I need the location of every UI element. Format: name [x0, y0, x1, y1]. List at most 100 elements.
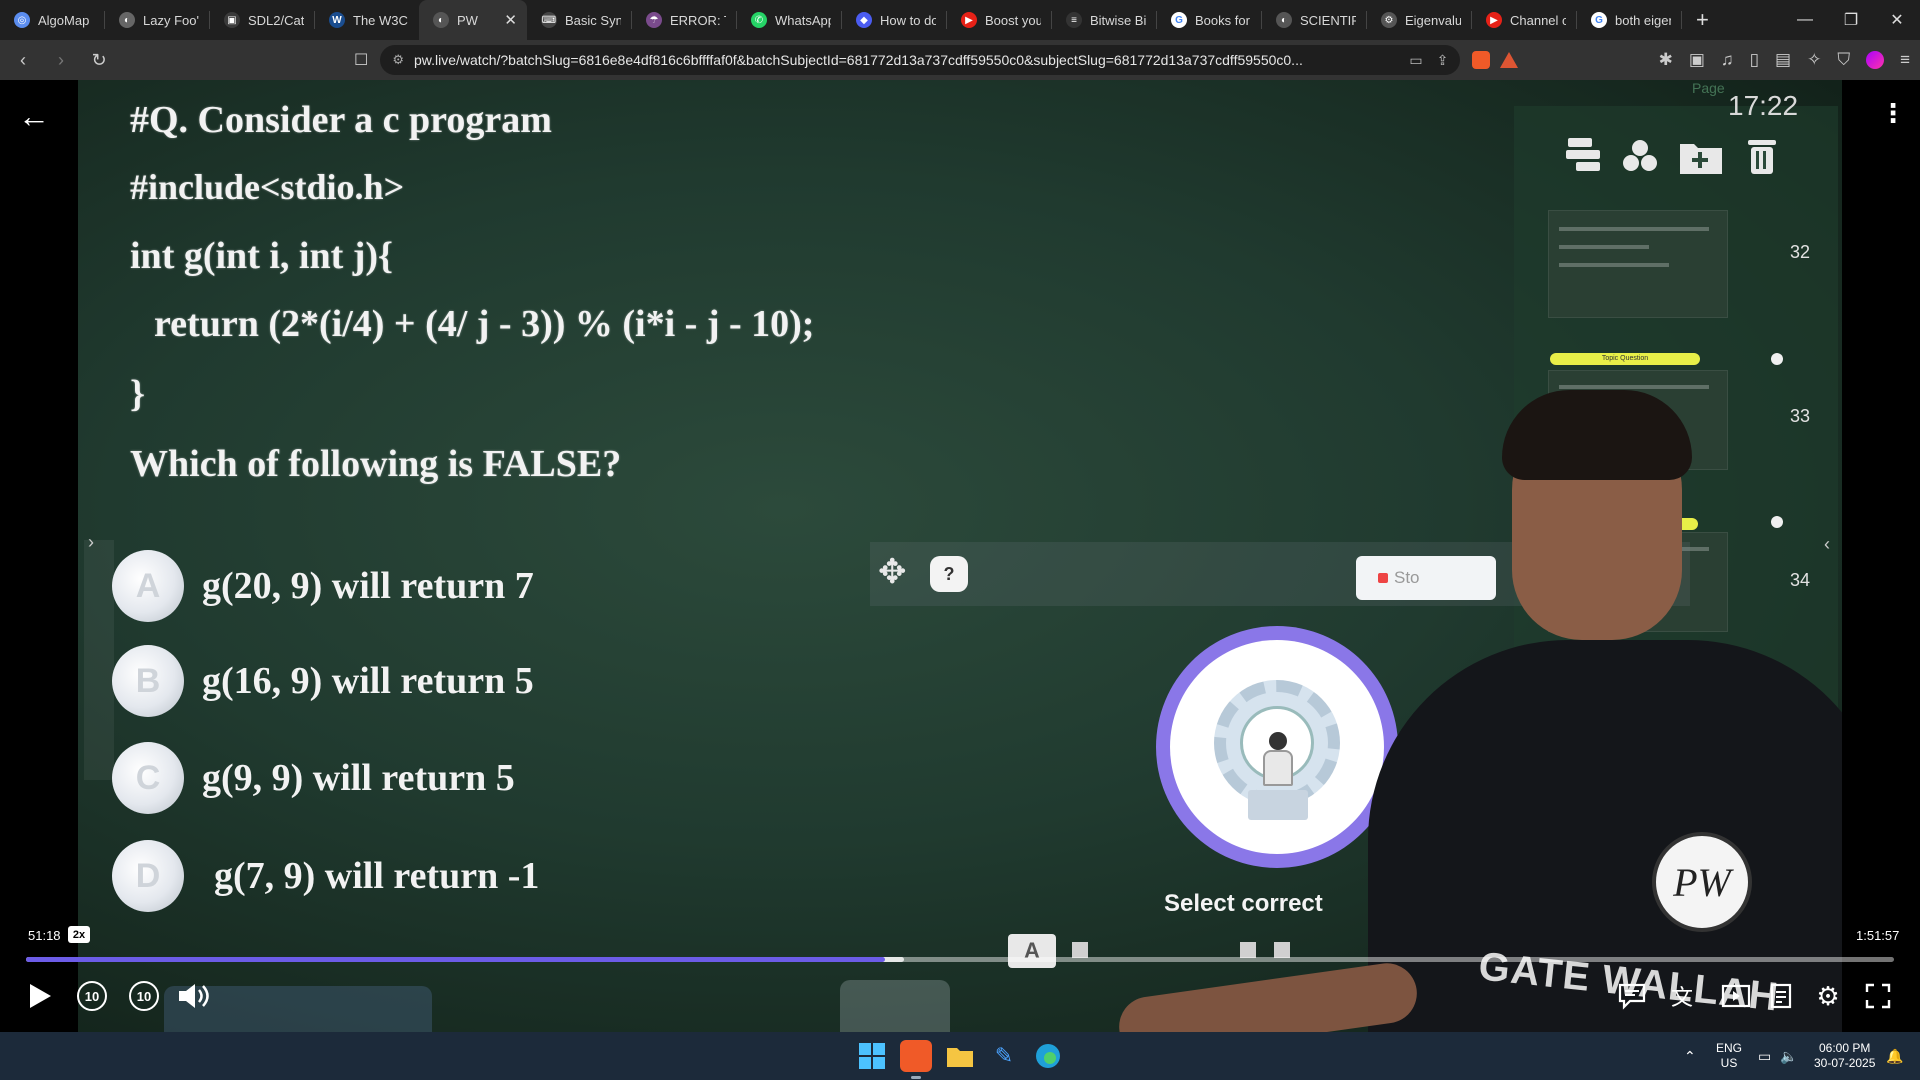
cast-icon[interactable]: ▭ — [1409, 52, 1422, 69]
tool-square[interactable] — [1240, 942, 1256, 958]
tool-square[interactable] — [1274, 942, 1290, 958]
browser-tab[interactable]: ⌨ Basic Synta — [527, 0, 631, 40]
slide-thumbnail[interactable] — [1548, 210, 1728, 318]
wallet-icon[interactable]: ▤ — [1775, 50, 1791, 70]
bookmark-icon[interactable]: ☐ — [354, 50, 368, 70]
back-icon[interactable]: ‹ — [8, 45, 38, 75]
translate-icon[interactable]: 文 — [1662, 976, 1702, 1016]
sidebar-icon[interactable]: ▯ — [1750, 50, 1759, 70]
browser-tab[interactable]: ◆ How to do — [842, 0, 946, 40]
progress-bar[interactable] — [26, 957, 1894, 962]
code-close-brace: } — [130, 373, 145, 415]
trash-icon[interactable] — [1742, 136, 1782, 176]
option-bubble[interactable]: C — [112, 742, 184, 814]
chat-icon[interactable] — [1612, 976, 1652, 1016]
browser-tab[interactable]: ◐ PW ✕ — [419, 0, 527, 40]
extensions-icon[interactable]: ✱ — [1659, 50, 1673, 70]
browser-tab[interactable]: ◐ SCIENTIFIC — [1262, 0, 1366, 40]
left-panel-chevron-icon[interactable]: › — [88, 532, 94, 553]
tray-chevron-icon[interactable]: ⌃ — [1684, 1032, 1696, 1080]
move-icon[interactable]: ✥ — [878, 552, 907, 592]
tab-favicon-icon: ≡ — [1066, 12, 1082, 28]
layout-icon[interactable] — [1564, 136, 1604, 176]
slide-marker[interactable] — [1771, 516, 1783, 528]
option-text: g(9, 9) will return 5 — [202, 757, 515, 799]
close-tab-icon[interactable]: ✕ — [504, 11, 517, 29]
browser-tab[interactable]: ☂ ERROR: Th — [632, 0, 736, 40]
playlist-icon[interactable] — [1716, 976, 1756, 1016]
fullscreen-icon[interactable] — [1858, 976, 1898, 1016]
browser-tab[interactable]: Gboth eigen — [1577, 0, 1681, 40]
speaker-icon[interactable]: 🔈 — [1780, 1032, 1797, 1080]
presenter-arm — [1115, 959, 1421, 1032]
play-icon[interactable] — [20, 976, 60, 1016]
option-bubble[interactable]: D — [112, 840, 184, 912]
reload-icon[interactable]: ↻ — [84, 45, 114, 75]
tab-favicon-icon: ▶ — [961, 12, 977, 28]
screenshot-icon[interactable]: ▣ — [1689, 50, 1705, 70]
option-bubble[interactable]: B — [112, 645, 184, 717]
restore-icon[interactable]: ❐ — [1828, 0, 1874, 40]
pen-app-icon[interactable]: ✎ — [988, 1040, 1020, 1072]
close-window-icon[interactable]: ✕ — [1874, 0, 1920, 40]
tab-title: How to do — [880, 12, 936, 28]
share-icon[interactable]: ⇪ — [1437, 52, 1449, 69]
browser-tab[interactable]: ◐ Lazy Foo' P — [105, 0, 209, 40]
browser-tab[interactable]: ▶ Boost your — [947, 0, 1051, 40]
network-icon[interactable]: ▭ — [1758, 1032, 1771, 1080]
browser-tab[interactable]: G Books for s — [1157, 0, 1261, 40]
url-field[interactable]: ⚙ pw.live/watch/?batchSlug=6816e8e4df816… — [380, 45, 1461, 75]
tab-favicon-icon: ⌨ — [541, 12, 557, 28]
option-bubble[interactable]: A — [112, 550, 184, 622]
more-options-icon[interactable]: ⋮ — [1880, 98, 1906, 129]
brave-rewards-icon[interactable] — [1500, 52, 1519, 68]
new-tab-icon[interactable]: + — [1696, 7, 1709, 33]
settings-icon[interactable]: ⚙ — [1808, 976, 1848, 1016]
media-icon[interactable]: ♫ — [1721, 50, 1734, 70]
back-arrow-icon[interactable]: ← — [18, 98, 50, 135]
browser-tab[interactable]: ▣ SDL2/Cate — [210, 0, 314, 40]
minimize-icon[interactable]: — — [1782, 0, 1828, 40]
forward-icon[interactable]: › — [46, 45, 76, 75]
vpn-icon[interactable]: ⛉ — [1837, 50, 1850, 70]
pointer-toolbar — [840, 980, 950, 1032]
option-a[interactable]: A g(20, 9) will return 7 — [112, 550, 534, 622]
site-settings-icon[interactable]: ⚙ — [392, 52, 404, 68]
browser-tab[interactable]: ⚙ Eigenvalue — [1367, 0, 1471, 40]
profile-icon[interactable] — [1866, 51, 1885, 69]
browser-tab[interactable]: ✆ WhatsApp — [737, 0, 841, 40]
text-tool-button[interactable]: A — [1008, 934, 1056, 968]
option-b[interactable]: B g(16, 9) will return 5 — [112, 645, 534, 717]
option-d[interactable]: D g(7, 9) will return -1 — [112, 840, 539, 912]
forward-10-icon[interactable]: 10 — [124, 976, 164, 1016]
edge-icon[interactable] — [1032, 1040, 1064, 1072]
browser-tab[interactable]: ▶ Channel co — [1472, 0, 1576, 40]
notes-icon[interactable] — [1762, 976, 1802, 1016]
right-panel-chevron-icon[interactable]: ‹ — [1824, 534, 1830, 555]
file-explorer-icon[interactable] — [944, 1040, 976, 1072]
slide-marker[interactable] — [1771, 353, 1783, 365]
stop-button[interactable]: Sto — [1356, 556, 1496, 600]
shapes-icon[interactable] — [1620, 136, 1660, 176]
browser-tab[interactable]: ◎ AlgoMap — [0, 0, 104, 40]
brave-shields-icon[interactable] — [1472, 51, 1491, 69]
add-folder-icon[interactable] — [1678, 136, 1724, 176]
tool-square[interactable] — [1072, 942, 1088, 958]
volume-icon[interactable] — [174, 976, 214, 1016]
start-icon[interactable] — [856, 1040, 888, 1072]
notification-icon[interactable]: 🔔 — [1886, 1032, 1903, 1080]
brave-taskbar-icon[interactable] — [900, 1040, 932, 1072]
browser-tab[interactable]: ≡ Bitwise Bin — [1052, 0, 1156, 40]
language-indicator[interactable]: ENG US — [1716, 1032, 1742, 1080]
code-return: return (2*(i/4) + (4/ j - 3)) % (i*i - j… — [154, 303, 815, 345]
rewind-10-icon[interactable]: 10 — [72, 976, 112, 1016]
leo-icon[interactable]: ✧ — [1807, 50, 1821, 70]
video-player[interactable]: › #Q. Consider a c program #include<stdi… — [0, 80, 1920, 1032]
option-c[interactable]: C g(9, 9) will return 5 — [112, 742, 515, 814]
browser-tab[interactable]: W The W3C M — [315, 0, 419, 40]
speed-badge[interactable]: 2x — [68, 926, 90, 943]
tab-favicon-icon: ◐ — [433, 12, 449, 28]
menu-icon[interactable]: ≡ — [1900, 50, 1910, 70]
help-button[interactable]: ? — [930, 556, 968, 592]
clock[interactable]: 06:00 PM 30-07-2025 — [1814, 1032, 1875, 1080]
